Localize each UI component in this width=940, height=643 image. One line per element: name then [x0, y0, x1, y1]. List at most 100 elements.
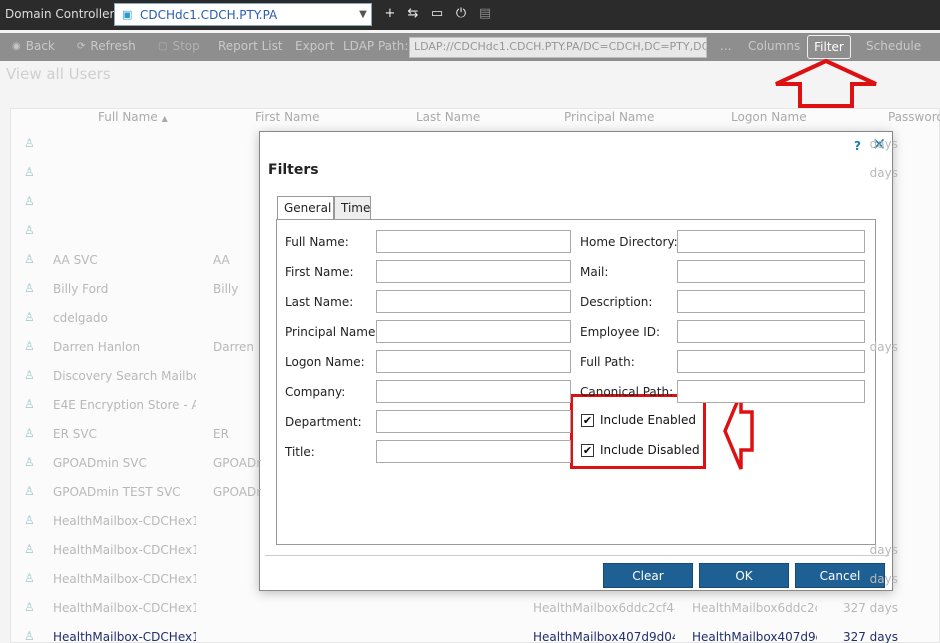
cell-password-age: days — [869, 543, 898, 557]
user-icon: ♙ — [24, 542, 35, 556]
column-header-last-name[interactable]: Last Name — [416, 110, 480, 124]
cell-first-name: Darren — [213, 340, 254, 354]
user-icon: ♙ — [24, 600, 35, 614]
cell-first-name: Billy — [213, 282, 239, 296]
cell-first-name: GPOADmi — [213, 485, 261, 499]
field-label: Employee ID: — [580, 325, 661, 339]
user-icon: ♙ — [24, 223, 35, 237]
field-label: Home Directory: — [580, 235, 678, 249]
filter-input[interactable] — [677, 350, 865, 373]
cell-full-name: Billy Ford — [53, 282, 109, 296]
clear-button[interactable]: Clear — [603, 563, 693, 588]
cell-full-name: HealthMailbox-CDCHex1-0 — [53, 601, 196, 615]
tab-time[interactable]: Time — [334, 196, 371, 219]
cell-first-name: AA — [213, 253, 230, 267]
export-button[interactable]: Export — [295, 39, 334, 53]
domain-controller-label: Domain Controller: — [5, 7, 119, 21]
cell-full-name: AA SVC — [53, 253, 98, 267]
cell-password-age: days — [869, 137, 898, 151]
filter-input[interactable] — [376, 260, 571, 283]
filter-input[interactable] — [376, 320, 571, 343]
column-header-logon-name[interactable]: Logon Name — [731, 110, 807, 124]
field-label: Principal Name: — [285, 325, 380, 339]
dialog-title: Filters — [268, 162, 319, 178]
cell-full-name: E4E Encryption Store - Ac — [53, 398, 196, 412]
filter-input[interactable] — [376, 410, 571, 433]
ldap-browse-button[interactable]: ... — [720, 39, 731, 53]
power-icon[interactable]: ⏻ — [453, 6, 469, 22]
cell-logon-name: HealthMailbox407d9d0 — [692, 630, 817, 643]
cell-full-name: Darren Hanlon — [53, 340, 141, 354]
column-header-first-name[interactable]: First Name — [255, 110, 319, 124]
cell-password-age: 327 days — [842, 630, 898, 643]
filter-input[interactable] — [677, 230, 865, 253]
field-label: Logon Name: — [285, 355, 365, 369]
filter-input[interactable] — [376, 380, 571, 403]
domain-controller-value: CDCHdc1.CDCH.PTY.PA — [140, 7, 278, 22]
report-list-button[interactable]: Report List — [218, 39, 283, 53]
filters-dialog: ? ✕ Filters General Time ✔ Include Enable… — [259, 131, 893, 591]
field-label: Canonical Path: — [580, 385, 674, 399]
refresh-icon: ⟳ — [77, 40, 86, 52]
monitor-icon[interactable]: ▭ — [429, 6, 445, 22]
refresh-button[interactable]: ⟳ Refresh — [77, 39, 136, 53]
user-icon: ♙ — [24, 629, 35, 643]
column-header-principal-name[interactable]: Principal Name — [564, 110, 654, 124]
ldap-path-input[interactable]: LDAP://CDCHdc1.CDCH.PTY.PA/DC=CDCH,DC=PT… — [409, 37, 707, 58]
user-icon: ♙ — [24, 368, 35, 382]
columns-button[interactable]: Columns — [748, 39, 800, 53]
cell-password-age: days — [869, 572, 898, 586]
filter-input[interactable] — [376, 230, 571, 253]
cell-password-age: 327 days — [842, 601, 898, 615]
filter-input[interactable] — [677, 260, 865, 283]
cell-full-name: HealthMailbox-CDCHex1-0 — [53, 630, 196, 643]
user-icon: ♙ — [24, 165, 35, 179]
column-header-password[interactable]: Password — [888, 110, 940, 124]
back-button[interactable]: ◉ Back — [12, 39, 55, 53]
filter-input[interactable] — [376, 350, 571, 373]
chevron-down-icon[interactable]: ▼ — [355, 9, 371, 20]
field-label: Title: — [285, 445, 315, 459]
cell-logon-name: HealthMailbox6ddc2cf — [692, 601, 817, 615]
ldap-path-label: LDAP Path: — [343, 39, 409, 53]
cell-first-name: GPOADmi — [213, 456, 261, 470]
filter-input[interactable] — [376, 290, 571, 313]
field-label: Department: — [285, 415, 362, 429]
filter-input[interactable] — [677, 290, 865, 313]
filter-button[interactable]: Filter — [807, 35, 851, 59]
cell-full-name: GPOADmin TEST SVC — [53, 485, 181, 499]
cell-full-name: GPOADmin SVC — [53, 456, 147, 470]
cell-full-name: HealthMailbox-CDCHex1-0 — [53, 543, 196, 557]
user-icon: ♙ — [24, 397, 35, 411]
link-icon[interactable]: ⇆ — [405, 6, 421, 22]
document-icon[interactable]: ▤ — [477, 6, 493, 22]
ok-button[interactable]: OK — [699, 563, 789, 588]
cell-password-age: days — [869, 340, 898, 354]
field-label: Mail: — [580, 265, 609, 279]
filter-input[interactable] — [677, 320, 865, 343]
column-header-full-name[interactable]: Full Name ▲ — [98, 110, 168, 124]
cell-principal-name: HealthMailbox407d9d0451 — [533, 630, 675, 643]
cell-full-name: ER SVC — [53, 427, 97, 441]
server-icon: ▣ — [122, 8, 133, 21]
user-icon: ♙ — [24, 310, 35, 324]
user-icon: ♙ — [24, 484, 35, 498]
filter-input[interactable] — [677, 380, 865, 403]
add-icon[interactable]: + — [382, 6, 398, 22]
field-label: Company: — [285, 385, 346, 399]
view-title: View all Users — [6, 65, 111, 83]
user-icon: ♙ — [24, 194, 35, 208]
cell-full-name: HealthMailbox-CDCHex1-0 — [53, 514, 196, 528]
filter-input[interactable] — [376, 440, 571, 463]
stop-button[interactable]: ▢ Stop — [158, 39, 200, 53]
domain-controller-select[interactable]: ▣ CDCHdc1.CDCH.PTY.PA ▼ — [114, 3, 372, 26]
annotation-up-arrow — [775, 58, 877, 108]
field-label: Description: — [580, 295, 653, 309]
user-icon: ♙ — [24, 455, 35, 469]
schedule-button[interactable]: Schedule — [866, 39, 921, 53]
top-bar: Domain Controller: ▣ CDCHdc1.CDCH.PTY.PA… — [0, 0, 940, 30]
user-icon: ♙ — [24, 339, 35, 353]
field-label: Last Name: — [285, 295, 354, 309]
cell-first-name: ER — [213, 427, 229, 441]
tab-general[interactable]: General — [277, 196, 334, 220]
